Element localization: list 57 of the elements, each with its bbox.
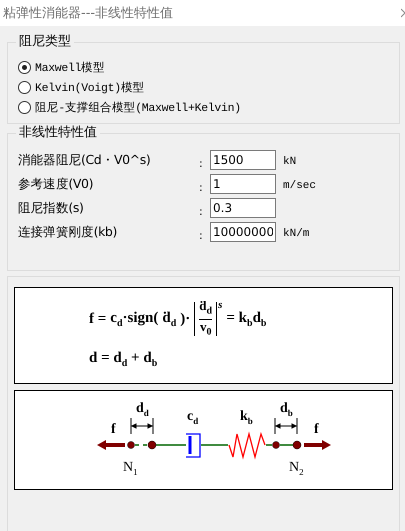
field-label: 消能器阻尼(Cd・V0^s) xyxy=(18,152,152,168)
formula-text: s xyxy=(218,299,222,311)
input-field[interactable]: 10000000 xyxy=(210,222,276,242)
colon: : xyxy=(199,180,204,194)
input-field[interactable]: 1 xyxy=(210,174,276,194)
radio-button[interactable] xyxy=(18,60,31,74)
radio-button[interactable] xyxy=(18,80,31,94)
field-label: 连接弹簧刚度(kb) xyxy=(18,224,118,240)
displacement-label: d$_{b}$ xyxy=(280,401,293,418)
group-title: 非线性特性值 xyxy=(16,125,100,141)
formula-text: d = d$_{d}$ + d$_{b}$ xyxy=(89,350,158,368)
field-label: 参考速度(V0) xyxy=(18,176,94,192)
formula-text: = k$_{b}$d$_{b}$ xyxy=(226,310,266,328)
connector-line xyxy=(266,444,272,446)
node-label: N$_{1}$ xyxy=(123,460,138,477)
node-dot-icon xyxy=(292,440,302,450)
dimension-line xyxy=(274,418,298,434)
input-field[interactable]: 1500 xyxy=(210,150,276,170)
radio-label[interactable]: Maxwell模型 xyxy=(35,60,105,74)
formula-text: ḋ$_{d}$ xyxy=(199,298,212,318)
node-dot-icon xyxy=(272,441,280,449)
connector-line xyxy=(135,444,148,446)
unit-label: kN xyxy=(282,154,298,168)
colon: : xyxy=(199,228,204,242)
force-arrow-icon xyxy=(97,440,125,450)
damper-icon xyxy=(186,433,201,458)
group-title: 阻尼类型 xyxy=(16,34,74,50)
input-field[interactable]: 0.3 xyxy=(210,198,276,218)
chevron-icon[interactable] xyxy=(401,8,405,18)
unit-label: kN/m xyxy=(282,226,310,240)
formula-text: v$_{0}$ xyxy=(200,320,212,340)
connector-line xyxy=(156,444,186,446)
radio-label[interactable]: 阻尼-支撑组合模型(Maxwell+Kelvin) xyxy=(35,100,241,114)
spring-label: k$_{b}$ xyxy=(240,409,253,426)
displacement-label: d$_{d}$ xyxy=(136,401,149,418)
colon: : xyxy=(199,156,204,170)
window-title: 粘弹性消能器---非线性特性值 xyxy=(3,5,174,22)
formula-text: f = xyxy=(89,310,106,328)
dimension-line xyxy=(130,418,154,434)
formula-text: )· xyxy=(180,310,190,328)
field-label: 阻尼指数(s) xyxy=(18,200,84,216)
formula-text: ḋ$_{d}$ xyxy=(162,310,176,328)
radio-label[interactable]: Kelvin(Voigt)模型 xyxy=(35,80,144,94)
colon: : xyxy=(199,204,204,218)
damper-label: c$_{d}$ xyxy=(187,409,198,426)
unit-label: m/sec xyxy=(282,178,318,192)
node-dot-icon xyxy=(127,441,135,449)
radio-button[interactable] xyxy=(18,100,31,114)
spring-icon xyxy=(228,431,266,460)
force-arrow-icon xyxy=(304,440,331,450)
connector-line xyxy=(280,444,293,446)
node-dot-icon xyxy=(148,440,156,450)
force-label: f xyxy=(111,422,116,438)
force-label: f xyxy=(314,422,319,438)
node-label: N$_{2}$ xyxy=(289,460,304,477)
formula-text: c$_{d}$·sign( xyxy=(110,310,158,328)
connector-line xyxy=(201,444,228,446)
